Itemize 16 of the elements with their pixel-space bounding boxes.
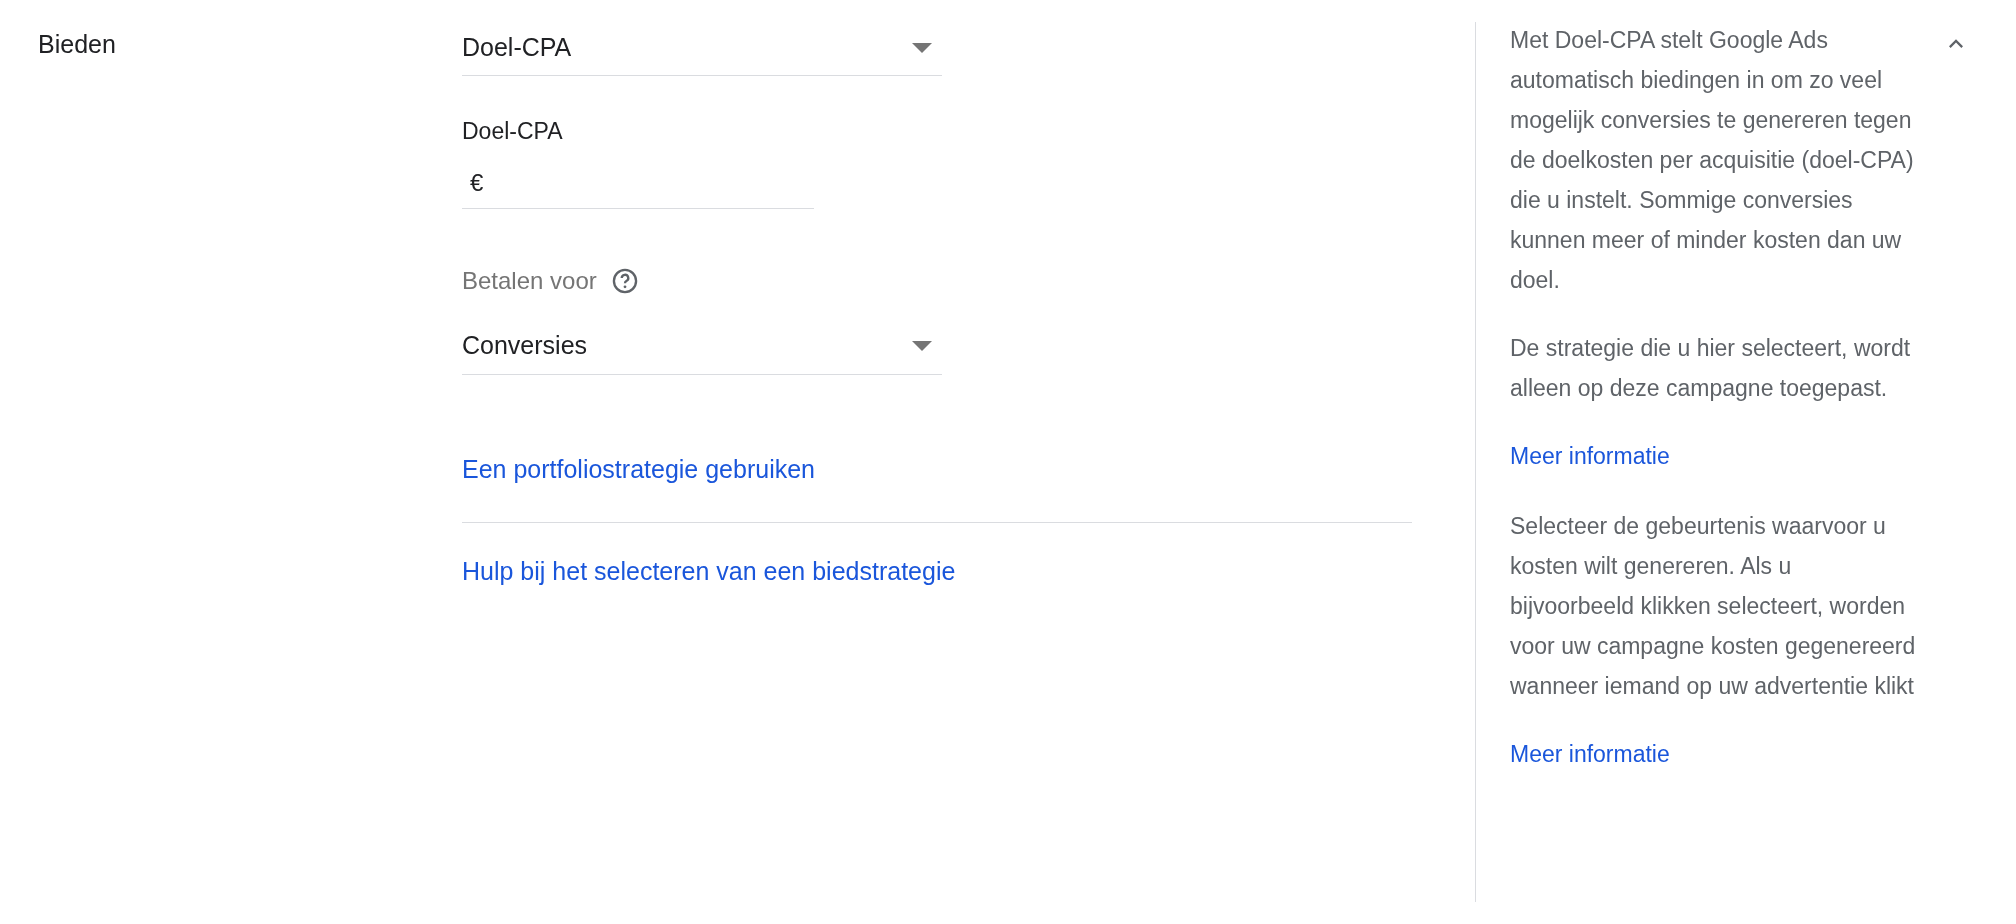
section-title: Bieden — [38, 29, 116, 60]
help-paragraph: De strategie die u hier selecteert, wordt alleen op deze campagne toegepast. — [1510, 334, 1912, 403]
help-paragraph: Selecteer de gebeurtenis waarvoor u kosten wilt genereren. Als u bijvoorbeeld klikken selecteert, worden voor uw campagne kosten gegenereerd wanneer iemand op uw advertentie klikt — [1510, 512, 1916, 701]
dropdown-arrow-icon — [912, 341, 932, 351]
dropdown-arrow-icon — [912, 42, 932, 53]
input-field[interactable]: € — [462, 158, 814, 209]
link[interactable]: Hulp bij het selecteren van een biedstrategie — [462, 557, 956, 585]
link[interactable]: Een portfoliostrategie gebruiken — [462, 454, 815, 483]
help-icon[interactable] — [610, 266, 639, 295]
help-paragraph: Met Doel-CPA stelt Google Ads automatisch biedingen in om zo veel mogelijk conversies te genereren tegen de doelkosten per acquisitie (doel-CPA) die u instelt. Sommige conversies kunnen meer of minder kosten dan uw doel. — [1510, 26, 1915, 295]
more-info-link[interactable]: Meer informatie — [1510, 734, 1670, 774]
dropdown[interactable]: Conversies — [462, 318, 942, 375]
field-label: Doel-CPA — [462, 117, 563, 146]
dropdown[interactable]: Doel-CPA — [462, 20, 942, 76]
field-label: Betalen voor — [462, 265, 597, 296]
more-info-link[interactable]: Meer informatie — [1510, 436, 1670, 476]
